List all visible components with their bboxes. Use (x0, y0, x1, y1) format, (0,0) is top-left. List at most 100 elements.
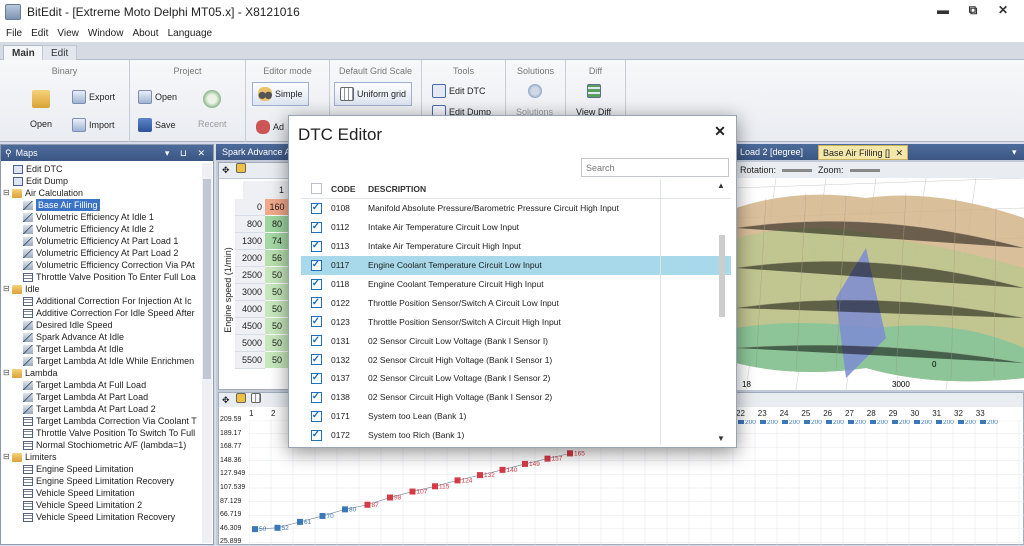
dtc-row[interactable]: ✓ 0118 Engine Coolant Temperature Circuit … (301, 274, 731, 294)
tab-base-air-filling[interactable]: Base Air Filling [] ✕ (818, 145, 909, 160)
tree-item[interactable]: Volumetric Efficiency Correction Via PAt (1, 259, 203, 271)
edit-dtc-button[interactable]: Edit DTC (432, 84, 486, 98)
dtc-enabled-checkbox[interactable]: ✓ (310, 410, 322, 422)
scroll-up-icon[interactable]: ▲ (717, 181, 725, 190)
dtc-row[interactable]: ✓ 0171 System too Lean (Bank 1) (301, 406, 731, 426)
grid-cell[interactable]: 50 (265, 267, 289, 284)
tab-spark-advance[interactable]: Spark Advance At (218, 145, 297, 160)
dtc-enabled-checkbox[interactable]: ✓ (310, 316, 322, 328)
tree-item[interactable]: Vehicle Speed Limitation (1, 487, 203, 499)
header-description[interactable]: DESCRIPTION (368, 184, 660, 194)
expand-toggle-icon[interactable]: ⊟ (3, 367, 11, 379)
tree-item[interactable]: ⊟ Idle (1, 283, 203, 295)
tree-item[interactable]: Desired Idle Speed (1, 319, 203, 331)
dtc-row[interactable]: ✓ 0131 02 Sensor Circuit Low Voltage (Bank… (301, 331, 731, 351)
import-button[interactable]: Import (72, 118, 115, 132)
color-map-icon[interactable] (236, 163, 247, 173)
tree-item[interactable]: ⊟ Limiters (1, 451, 203, 463)
surface-plot[interactable]: 18 3000 0 (736, 178, 1024, 390)
grid-cell[interactable]: 160 (265, 199, 289, 216)
minimize-button[interactable]: ▬ (928, 3, 958, 18)
menu-window[interactable]: Window (88, 28, 124, 39)
tree-item[interactable]: Vehicle Speed Limitation 2 (1, 499, 203, 511)
dtc-row[interactable]: ✓ 0172 System too Rich (Bank 1) (301, 425, 731, 445)
expand-toggle-icon[interactable]: ⊟ (3, 283, 11, 295)
tree-item[interactable]: Target Lambda Correction Via Coolant T (1, 415, 203, 427)
close-icon[interactable]: ✕ (712, 123, 728, 140)
dtc-row[interactable]: ✓ 0112 Intake Air Temperature Circuit Low … (301, 217, 731, 237)
simple-mode-button[interactable]: Simple (252, 82, 309, 106)
dtc-row[interactable]: ✓ 0137 02 Sensor Circuit Low Voltage (Bank… (301, 369, 731, 388)
dtc-row[interactable]: ✓ 0117 Engine Coolant Temperature Circuit … (301, 255, 731, 275)
tree-item[interactable]: Additive Correction For Idle Speed After (1, 307, 203, 319)
dtc-row[interactable]: ✓ 0113 Intake Air Temperature Circuit High… (301, 236, 731, 256)
dtc-enabled-checkbox[interactable]: ✓ (310, 202, 322, 214)
scroll-down-icon[interactable]: ▼ (717, 434, 725, 443)
menu-edit[interactable]: Edit (31, 28, 48, 39)
tab-part-load-2[interactable]: Load 2 [degree] (736, 145, 807, 160)
dtc-scrollbar[interactable]: ▲ ▼ (716, 179, 728, 445)
tree-item[interactable]: Spark Advance At Idle (1, 331, 203, 343)
panel-controls[interactable]: ▾ ⊔ ✕ (165, 148, 209, 159)
dtc-enabled-checkbox[interactable]: ✓ (310, 391, 322, 403)
tree-item[interactable]: Target Lambda At Idle (1, 343, 203, 355)
project-open-button[interactable]: Open (138, 90, 177, 104)
tree-item[interactable]: Target Lambda At Part Load (1, 391, 203, 403)
tree-scrollbar[interactable] (202, 163, 212, 543)
dtc-row[interactable]: ✓ 0138 02 Sensor Circuit High Voltage (Ban… (301, 387, 731, 407)
tree-item[interactable]: Volumetric Efficiency At Part Load 1 (1, 235, 203, 247)
grid-cell[interactable]: 50 (265, 318, 289, 335)
dtc-enabled-checkbox[interactable]: ✓ (310, 221, 322, 233)
recent-button[interactable]: Recent (198, 90, 227, 129)
dtc-enabled-checkbox[interactable]: ✓ (310, 278, 322, 290)
tree-item[interactable]: Engine Speed Limitation Recovery (1, 475, 203, 487)
grid-cell[interactable]: 50 (265, 335, 289, 352)
tree-item[interactable]: Volumetric Efficiency At Part Load 2 (1, 247, 203, 259)
search-input[interactable] (581, 158, 729, 177)
tree-item[interactable]: Edit Dump (1, 175, 203, 187)
expand-toggle-icon[interactable]: ⊟ (3, 187, 11, 199)
grid-cell[interactable]: 74 (265, 233, 289, 250)
dtc-row[interactable]: ✓ 0108 Manifold Absolute Pressure/Barometr… (301, 199, 731, 218)
tab-menu-icon[interactable]: ▾ (1008, 145, 1021, 160)
tree-item[interactable]: Vehicle Speed Limitation Recovery (1, 511, 203, 523)
tree-item[interactable]: Base Air Filling (1, 199, 203, 211)
dtc-enabled-checkbox[interactable]: ✓ (310, 429, 322, 441)
tree-item[interactable]: ⊟ Lambda (1, 367, 203, 379)
tree-item[interactable]: Volumetric Efficiency At Idle 2 (1, 223, 203, 235)
move-icon[interactable]: ✥ (222, 165, 230, 175)
dtc-enabled-checkbox[interactable]: ✓ (310, 240, 322, 252)
grid-cell[interactable]: 56 (265, 250, 289, 267)
close-window-button[interactable]: ✕ (988, 3, 1018, 18)
tree-item[interactable]: Throttle Valve Position To Switch To Ful… (1, 427, 203, 439)
binary-open-button[interactable]: Open (30, 90, 52, 129)
tree-item[interactable]: Edit DTC (1, 163, 203, 175)
ribbon-tab-edit[interactable]: Edit (42, 45, 78, 61)
tree-item[interactable]: Normal Stochiometric A/F (lambda=1) (1, 439, 203, 451)
grid-cell[interactable]: 50 (265, 284, 289, 301)
select-all-checkbox[interactable] (310, 183, 322, 194)
rotation-slider[interactable] (782, 168, 813, 172)
color-map-icon[interactable] (236, 393, 247, 403)
dtc-enabled-checkbox[interactable]: ✓ (310, 354, 322, 366)
grid-cell[interactable]: 50 (265, 301, 289, 318)
header-code[interactable]: CODE (331, 184, 368, 194)
grid-cell[interactable]: 80 (265, 216, 289, 233)
tree-item[interactable]: Target Lambda At Part Load 2 (1, 403, 203, 415)
zoom-slider[interactable] (849, 168, 880, 172)
menu-about[interactable]: About (132, 28, 158, 39)
tab-close-icon[interactable]: ✕ (896, 148, 904, 158)
dtc-enabled-checkbox[interactable]: ✓ (310, 259, 322, 271)
menu-view[interactable]: View (57, 28, 79, 39)
dtc-enabled-checkbox[interactable]: ✓ (310, 335, 322, 347)
tree-item[interactable]: Target Lambda At Idle While Enrichmen (1, 355, 203, 367)
expand-toggle-icon[interactable]: ⊟ (3, 451, 11, 463)
tree-scroll-thumb[interactable] (203, 179, 211, 379)
tree-item[interactable]: Engine Speed Limitation (1, 463, 203, 475)
header-check-cell[interactable] (301, 183, 331, 194)
grid-cell[interactable]: 50 (265, 352, 289, 369)
dtc-row[interactable]: ✓ 0123 Throttle Position Sensor/Switch A C… (301, 312, 731, 332)
restore-button[interactable]: ⧉ (958, 3, 988, 18)
advanced-mode-button[interactable]: Ad (256, 120, 284, 134)
tree-item[interactable]: ⊟ Air Calculation (1, 187, 203, 199)
